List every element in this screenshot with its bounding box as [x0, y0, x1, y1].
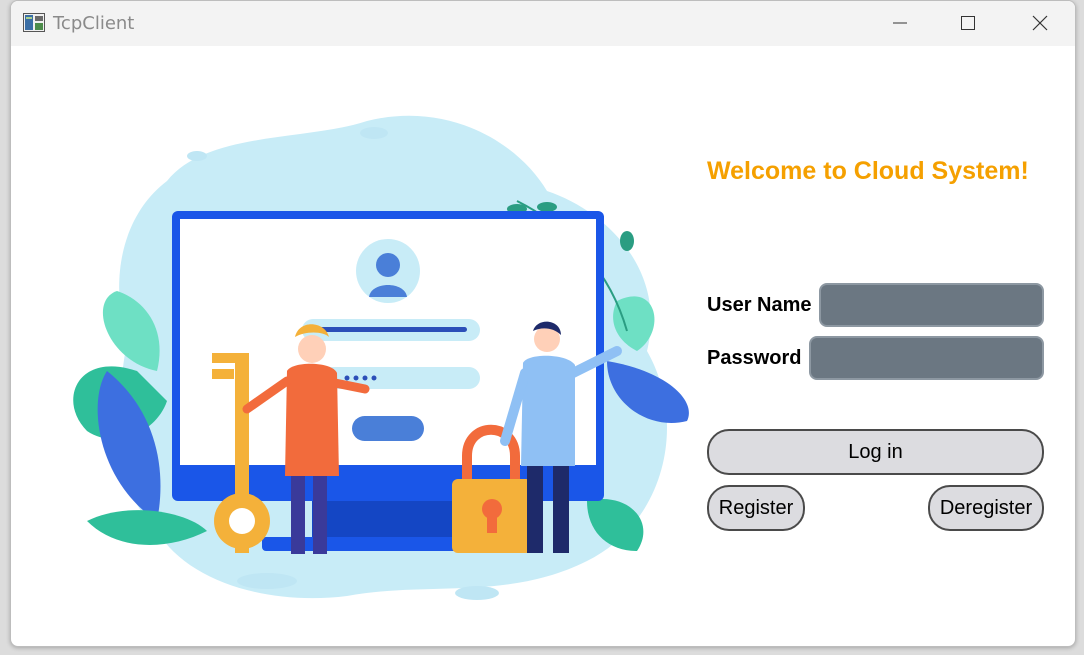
- app-icon: [23, 13, 45, 32]
- close-icon: [1032, 15, 1048, 31]
- login-button[interactable]: Log in: [707, 429, 1044, 475]
- minimize-icon: [893, 22, 907, 24]
- username-label: User Name: [707, 294, 812, 316]
- maximize-icon: [961, 16, 975, 30]
- deregister-button[interactable]: Deregister: [928, 485, 1044, 531]
- password-label: Password: [707, 347, 802, 369]
- app-window: TcpClient Welcome to Cloud System! User …: [10, 0, 1076, 647]
- login-illustration: [73, 115, 689, 600]
- maximize-button[interactable]: [945, 1, 991, 45]
- title-bar[interactable]: TcpClient: [11, 1, 1075, 46]
- welcome-heading: Welcome to Cloud System!: [707, 157, 1029, 185]
- register-button[interactable]: Register: [707, 485, 805, 531]
- minimize-button[interactable]: [877, 1, 923, 45]
- password-field[interactable]: [809, 336, 1044, 380]
- username-field[interactable]: [819, 283, 1044, 327]
- window-title: TcpClient: [53, 13, 135, 34]
- close-button[interactable]: [1017, 1, 1063, 45]
